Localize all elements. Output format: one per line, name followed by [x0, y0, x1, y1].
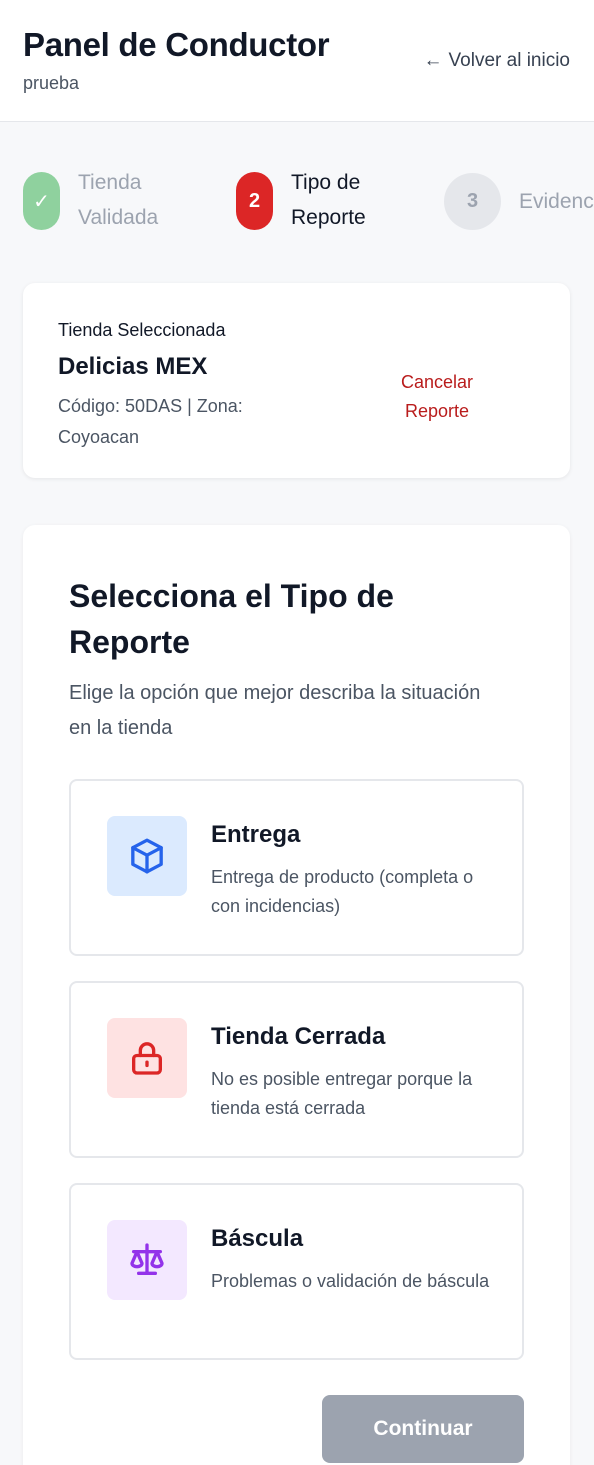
page-title: Panel de Conductor [23, 26, 330, 63]
store-meta: Código: 50DAS | Zona: Coyoacan [58, 396, 243, 447]
option-description: No es posible entregar porque la tienda … [211, 1069, 473, 1118]
step-evidence: 3 Evidencia [444, 165, 594, 230]
option-description: Problemas o validación de báscula [211, 1271, 490, 1291]
continue-button[interactable]: Continuar [322, 1395, 524, 1463]
step-number: 3 [444, 173, 501, 230]
step-report-type: 2 Tipo de Reporte [236, 165, 421, 235]
selected-store-card: Tienda Seleccionada Delicias MEX Código:… [23, 283, 570, 478]
arrow-left-icon: ← [423, 50, 443, 71]
lock-icon [107, 1018, 187, 1098]
step-label: Tipo de Reporte [291, 171, 366, 229]
section-subtitle: Elige la opción que mejor describa la si… [69, 682, 481, 739]
step-label: Evidencia [519, 190, 594, 213]
step-number: 2 [236, 172, 273, 230]
back-link-label: Volver al inicio [448, 50, 570, 71]
scale-icon [107, 1220, 187, 1300]
app-header: Panel de Conductor prueba ← Volver al ini… [0, 0, 594, 122]
check-icon: ✓ [23, 172, 60, 230]
option-description: Entrega de producto (completa o con inci… [211, 867, 474, 916]
box-icon [107, 816, 187, 896]
step-store-validated: ✓ Tienda Validada [23, 165, 208, 235]
progress-stepper: ✓ Tienda Validada 2 Tipo de Reporte 3 Ev… [0, 165, 594, 245]
option-title: Báscula [211, 1225, 304, 1252]
option-title: Tienda Cerrada [211, 1023, 386, 1050]
option-title: Entrega [211, 821, 301, 848]
section-title: Selecciona el Tipo de Reporte [69, 578, 394, 660]
option-store-closed[interactable]: Tienda Cerrada No es posible entregar po… [69, 981, 524, 1158]
step-label: Tienda Validada [78, 171, 159, 229]
back-to-home-link[interactable]: ← Volver al inicio [424, 50, 570, 72]
cancel-report-button[interactable]: Cancelar Reporte [378, 368, 496, 426]
report-type-card: Selecciona el Tipo de Reporte Elige la o… [23, 525, 570, 1465]
store-name: Delicias MEX [58, 353, 208, 380]
store-card-label: Tienda Seleccionada [58, 320, 226, 340]
option-delivery[interactable]: Entrega Entrega de producto (completa o … [69, 779, 524, 956]
option-scale[interactable]: Báscula Problemas o validación de báscul… [69, 1183, 524, 1360]
page-subtitle: prueba [23, 73, 80, 93]
